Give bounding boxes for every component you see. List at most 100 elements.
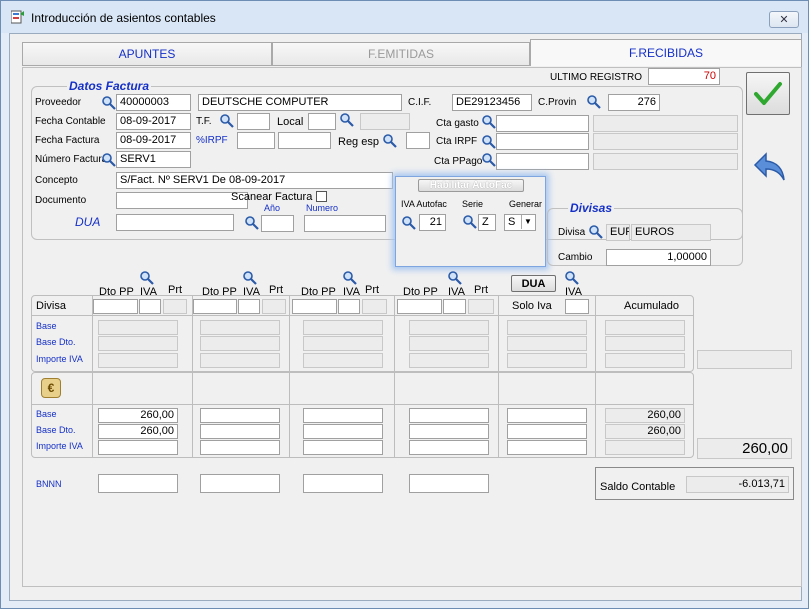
concepto-field[interactable]: S/Fact. Nº SERV1 De 08-09-2017 xyxy=(116,172,393,189)
scanear-label: Scanear Factura xyxy=(231,191,313,203)
iva-search-icon-5[interactable] xyxy=(564,270,580,286)
proveedor-code-field[interactable]: 40000003 xyxy=(116,94,191,111)
iva-search-icon-3[interactable] xyxy=(342,270,358,286)
cta-gasto-search-icon[interactable] xyxy=(481,114,497,130)
iva-input[interactable] xyxy=(139,299,161,314)
dua-button[interactable]: DUA xyxy=(511,275,556,292)
bnnn-field[interactable] xyxy=(98,474,178,493)
base-dto-value-field[interactable] xyxy=(409,424,489,439)
dto-input[interactable] xyxy=(397,299,442,314)
iva-input[interactable] xyxy=(338,299,360,314)
iva-input[interactable] xyxy=(443,299,466,314)
iva-autofac-search-icon[interactable] xyxy=(401,215,417,231)
tab-recibidas[interactable]: F.RECIBIDAS xyxy=(530,39,802,66)
iva-autofac-field[interactable]: 21 xyxy=(419,214,446,231)
cta-gasto-field[interactable] xyxy=(496,115,589,132)
prt-input xyxy=(362,299,387,314)
base-dto-cell xyxy=(507,336,587,351)
divisa-input[interactable] xyxy=(93,299,138,314)
divisa-row-label: Divisa xyxy=(36,300,66,312)
cta-irpf-search-icon[interactable] xyxy=(481,134,497,150)
base-value-field[interactable] xyxy=(409,408,489,423)
base-dto-label-2: Base Dto. xyxy=(36,425,76,435)
grid-divider xyxy=(595,372,596,458)
fecha-factura-field[interactable]: 08-09-2017 xyxy=(116,132,191,149)
grid-divider xyxy=(498,295,499,372)
cta-ppago-field[interactable] xyxy=(496,153,589,170)
numero-factura-field[interactable]: SERV1 xyxy=(116,151,191,168)
close-button[interactable]: ✕ xyxy=(769,11,799,28)
iva-input[interactable] xyxy=(238,299,260,314)
solo-iva-input[interactable] xyxy=(565,299,589,314)
importe-iva-value-field[interactable] xyxy=(200,440,280,455)
dua-field[interactable] xyxy=(116,214,234,231)
recibidas-pane: ULTIMO REGISTRO 70 Datos Factura Proveed… xyxy=(22,67,802,587)
divisa-search-icon[interactable] xyxy=(588,224,604,240)
serie-field[interactable]: Z xyxy=(478,214,496,231)
cta-gasto-desc-field xyxy=(593,115,738,132)
tab-emitidas[interactable]: F.EMITIDAS xyxy=(272,42,530,66)
cambio-field[interactable]: 1,00000 xyxy=(606,249,711,266)
cprovin-search-icon[interactable] xyxy=(586,94,602,110)
anio-field[interactable] xyxy=(261,215,294,232)
base-dto-value-field[interactable]: 260,00 xyxy=(98,424,178,439)
dto-input[interactable] xyxy=(292,299,337,314)
scanear-checkbox[interactable] xyxy=(316,191,327,202)
documento-field[interactable] xyxy=(116,192,248,209)
fecha-contable-field[interactable]: 08-09-2017 xyxy=(116,113,191,130)
numero-factura-search-icon[interactable] xyxy=(101,152,117,168)
prt-input xyxy=(468,299,494,314)
dto-input[interactable] xyxy=(193,299,237,314)
local-search-icon[interactable] xyxy=(339,112,355,128)
solo-iva-label: Solo Iva xyxy=(512,300,552,312)
proveedor-search-icon[interactable] xyxy=(101,95,117,111)
cprovin-field[interactable]: 276 xyxy=(608,94,660,111)
confirm-button[interactable] xyxy=(746,72,790,115)
importe-iva-value-field[interactable] xyxy=(303,440,383,455)
proveedor-label: Proveedor xyxy=(35,97,82,108)
importe-iva-value-field[interactable] xyxy=(98,440,178,455)
prt-input xyxy=(262,299,286,314)
proveedor-name-field[interactable]: DEUTSCHE COMPUTER xyxy=(198,94,402,111)
bnnn-field[interactable] xyxy=(409,474,489,493)
base-value-field[interactable] xyxy=(303,408,383,423)
habilitar-autofac-button[interactable]: Habilitar AutoFac xyxy=(418,179,524,192)
cta-ppago-search-icon[interactable] xyxy=(481,152,497,168)
importe-iva-cell xyxy=(98,353,178,368)
tf-field[interactable] xyxy=(237,113,270,130)
dua-search-icon[interactable] xyxy=(244,215,260,231)
numero-field[interactable] xyxy=(304,215,386,232)
base-dto-value-field[interactable] xyxy=(200,424,280,439)
tf-search-icon[interactable] xyxy=(219,113,235,129)
grid-divider xyxy=(394,295,395,372)
euro-button[interactable]: € xyxy=(41,378,61,398)
generar-select[interactable]: S ▼ xyxy=(504,214,536,231)
iva-search-icon-1[interactable] xyxy=(139,270,155,286)
importe-iva-value-field[interactable] xyxy=(507,440,587,455)
bnnn-field[interactable] xyxy=(303,474,383,493)
serie-search-icon[interactable] xyxy=(462,214,478,230)
base-value-field[interactable] xyxy=(507,408,587,423)
local-field[interactable] xyxy=(308,113,336,130)
irpf-field[interactable] xyxy=(237,132,275,149)
iva-search-icon-2[interactable] xyxy=(242,270,258,286)
divisas-legend: Divisas xyxy=(568,201,615,215)
importe-iva-value-field[interactable] xyxy=(409,440,489,455)
cta-irpf-field[interactable] xyxy=(496,133,589,150)
base-value-field[interactable] xyxy=(200,408,280,423)
cprovin-label: C.Provin xyxy=(538,97,577,108)
undo-button[interactable] xyxy=(752,151,788,183)
reg-esp-search-icon[interactable] xyxy=(382,133,398,149)
tab-apuntes[interactable]: APUNTES xyxy=(22,42,272,66)
irpf-label: %IRPF xyxy=(196,135,228,146)
iva-search-icon-4[interactable] xyxy=(447,270,463,286)
cif-field[interactable]: DE29123456 xyxy=(452,94,532,111)
irpf-amount-field[interactable] xyxy=(278,132,331,149)
base-value-field[interactable]: 260,00 xyxy=(98,408,178,423)
grid-divider xyxy=(289,372,290,458)
base-dto-value-field[interactable] xyxy=(507,424,587,439)
base-dto-value-field[interactable] xyxy=(303,424,383,439)
bnnn-field[interactable] xyxy=(200,474,280,493)
reg-esp-field[interactable] xyxy=(406,132,430,149)
importe-iva-label-2: Importe IVA xyxy=(36,441,83,451)
